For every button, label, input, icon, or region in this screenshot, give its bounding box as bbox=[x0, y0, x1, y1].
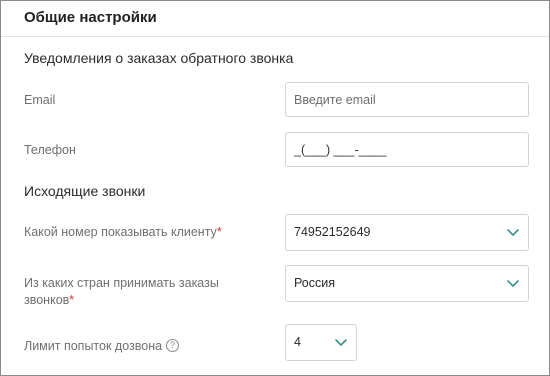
attempts-label: Лимит попыток дозвона? bbox=[24, 338, 180, 355]
chevron-down-icon bbox=[507, 280, 519, 287]
notifications-group-title: Уведомления о заказах обратного звонка bbox=[24, 50, 294, 66]
required-mark: * bbox=[216, 225, 222, 239]
question-circle-icon[interactable]: ? bbox=[166, 339, 180, 353]
attempts-select[interactable]: 4 bbox=[285, 324, 357, 361]
countries-select[interactable]: Россия bbox=[285, 265, 529, 302]
outgoing-group-title: Исходящие звонки bbox=[24, 183, 146, 199]
required-mark: * bbox=[69, 293, 75, 307]
section-divider bbox=[1, 36, 549, 37]
display-number-label: Какой номер показывать клиенту* bbox=[24, 224, 222, 241]
settings-panel: Общие настройки Уведомления о заказах об… bbox=[0, 0, 550, 376]
countries-label: Из каких стран принимать заказы звонков* bbox=[24, 275, 219, 309]
email-label: Email bbox=[24, 93, 56, 107]
display-number-select[interactable]: 74952152649 bbox=[285, 214, 529, 251]
phone-label: Телефон bbox=[24, 143, 76, 157]
chevron-down-icon bbox=[335, 339, 347, 346]
phone-field[interactable] bbox=[285, 132, 529, 167]
attempts-label-text: Лимит попыток дозвона bbox=[24, 339, 163, 353]
attempts-value: 4 bbox=[294, 335, 301, 349]
email-field[interactable] bbox=[285, 82, 529, 117]
display-number-label-text: Какой номер показывать клиенту bbox=[24, 225, 217, 239]
countries-label-line1: Из каких стран принимать заказы bbox=[24, 276, 219, 290]
display-number-value: 74952152649 bbox=[294, 225, 371, 239]
section-title: Общие настройки bbox=[24, 9, 157, 26]
countries-label-line2-wrap: звонков* bbox=[24, 292, 219, 309]
chevron-down-icon bbox=[507, 229, 519, 236]
countries-label-line2: звонков bbox=[24, 293, 70, 307]
countries-value: Россия bbox=[294, 276, 335, 290]
